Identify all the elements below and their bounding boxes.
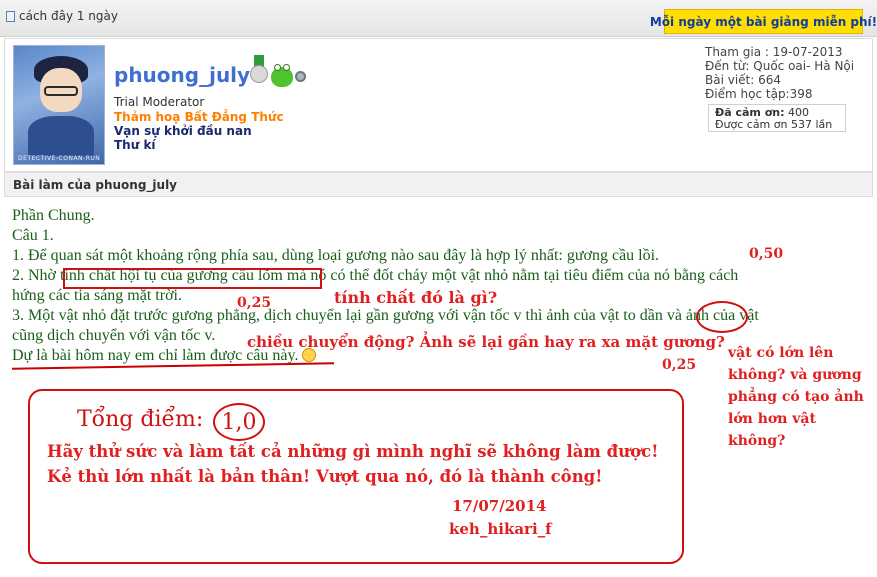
side-note-line: không? và gương	[728, 367, 862, 383]
user-motto: Vạn sự khởi đầu nan	[114, 124, 252, 138]
user-title: Thảm hoạ Bất Đẳng Thức	[114, 110, 284, 124]
was-thanked: Được cảm ơn 537 lần	[715, 118, 833, 131]
stat-joined: Tham gia : 19-07-2013	[705, 45, 843, 59]
thanks-box: Đã cảm ơn: 400 Được cảm ơn 537 lần	[708, 104, 846, 132]
side-note-line: phẳng có tạo ảnh	[728, 389, 864, 405]
highlight-circle	[696, 301, 748, 333]
side-note-line: lớn hơn vật	[728, 411, 816, 427]
total-score-label: Tổng điểm:	[77, 407, 204, 432]
avatar-body	[28, 116, 94, 156]
encouragement-line-2: Kẻ thù lớn nhất là bản thân! Vượt qua nó…	[47, 467, 603, 486]
avatar[interactable]: DETECTIVE-CONAN-RUN	[13, 45, 105, 165]
annotation-score-2: 0,25	[237, 295, 272, 311]
avatar-caption: DETECTIVE-CONAN-RUN	[18, 155, 101, 162]
post-header-text: Bài làm của phuong_july	[13, 178, 178, 192]
frog-icon	[271, 64, 293, 87]
encouragement-line-1: Hãy thử sức và làm tất cả những gì mình …	[47, 442, 659, 461]
promo-banner[interactable]: Mỗi ngày một bài giảng miễn phí!	[650, 9, 877, 34]
medal-icon	[249, 55, 269, 87]
total-score-value: 1,0	[213, 403, 265, 441]
annotation-question-3: chiều chuyển động? Ảnh sẽ lại gần hay ra…	[247, 333, 725, 351]
highlight-box	[63, 268, 322, 289]
annotation-score-3: 0,25	[662, 357, 697, 373]
annotation-side-note: vật có lớn lên không? và gương phẳng có …	[728, 342, 864, 452]
user-stats: Tham gia : 19-07-2013 Đến từ: Quốc oai- …	[705, 45, 854, 101]
stat-from: Đến từ: Quốc oai- Hà Nội	[705, 59, 855, 73]
user-info-panel: DETECTIVE-CONAN-RUN phuong_july Trial Mo…	[4, 38, 873, 172]
annotation-score-1: 0,50	[749, 246, 784, 262]
side-note-line: không?	[728, 433, 786, 449]
post-icon	[6, 10, 15, 22]
content-line-1: Phần Chung.	[12, 207, 95, 224]
offline-status-icon	[295, 71, 306, 82]
stat-posts: Bài viết: 664	[705, 73, 782, 87]
grader-signature: keh_hikari_f	[449, 520, 552, 538]
grading-date: 17/07/2014	[452, 497, 547, 515]
timestamp-text: cách đây 1 ngày	[19, 9, 118, 23]
content-line-6: 3. Một vật nhỏ đặt trước gương phẳng, dị…	[12, 307, 759, 324]
content-line-2: Câu 1.	[12, 227, 54, 244]
post-timestamp: cách đây 1 ngày	[6, 9, 118, 23]
post-topbar: cách đây 1 ngày Mỗi ngày một bài giảng m…	[0, 0, 877, 37]
post-header: Bài làm của phuong_july	[4, 172, 873, 197]
side-note-line: vật có lớn lên	[728, 345, 834, 361]
username-link[interactable]: phuong_july	[114, 63, 250, 87]
user-role: Thư kí	[114, 138, 156, 152]
avatar-glasses	[44, 86, 78, 96]
user-rank: Trial Moderator	[114, 95, 205, 109]
annotation-question-2: tính chất đó là gì?	[334, 288, 498, 307]
content-line-3: 1. Để quan sát một khoảng rộng phía sau,…	[12, 247, 660, 264]
stat-study-points: Điểm học tập:398	[705, 87, 813, 101]
